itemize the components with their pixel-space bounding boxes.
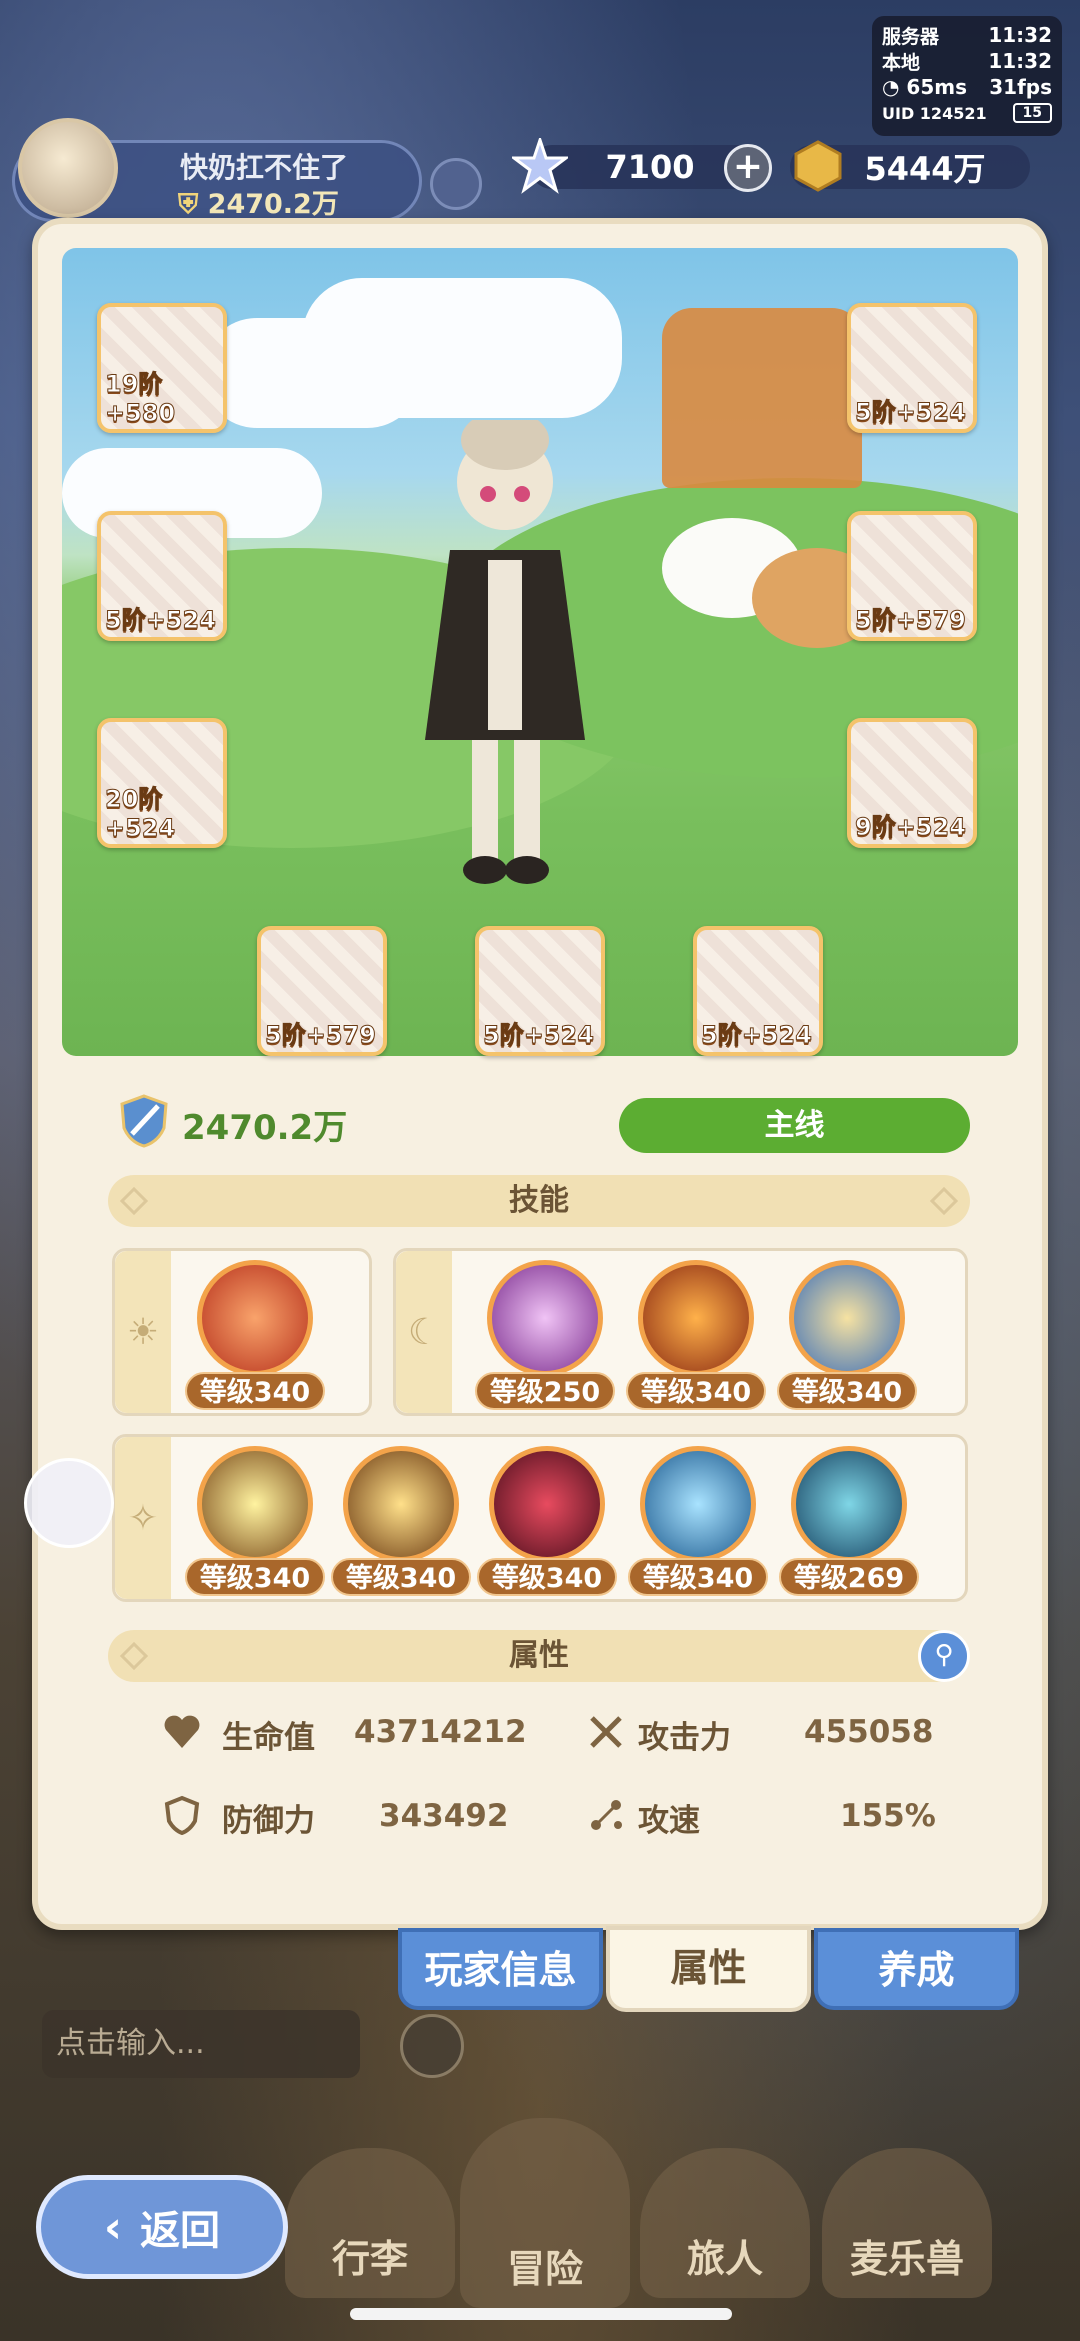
def-label: 防御力 bbox=[222, 1803, 315, 1839]
player-power: ⛨ 2470.2万 bbox=[178, 182, 339, 221]
skill-slot[interactable]: 等级340 bbox=[777, 1260, 917, 1410]
gear-level: 5阶+579 bbox=[265, 1021, 377, 1050]
skill-slot[interactable]: 等级250 bbox=[475, 1260, 615, 1410]
gear-slot-gloves[interactable]: 5阶+579 bbox=[847, 511, 977, 641]
player-character[interactable] bbox=[410, 420, 600, 900]
gear-level: 5阶+579 bbox=[855, 606, 967, 635]
sun-icon: ☀ bbox=[115, 1251, 171, 1413]
hp-value: 43714212 bbox=[354, 1714, 527, 1750]
skill-slot[interactable]: 等级269 bbox=[779, 1446, 919, 1596]
gear-level: 5阶+524 bbox=[701, 1021, 813, 1050]
crossed-swords-icon bbox=[590, 1716, 622, 1748]
wifi-ping: ◔ 65ms bbox=[882, 75, 967, 99]
attack-speed-icon bbox=[591, 1800, 622, 1830]
spd-value: 155% bbox=[840, 1798, 936, 1834]
combat-power: 2470.2万 bbox=[182, 1108, 348, 1148]
gear-slot-armor[interactable]: 5阶+524 bbox=[97, 511, 227, 641]
chat-bubble-icon[interactable] bbox=[24, 1458, 114, 1548]
moon-icon: ☾ bbox=[396, 1251, 452, 1413]
back-label: 返回 bbox=[140, 2208, 221, 2254]
gear-slot-helmet[interactable]: 5阶+524 bbox=[847, 303, 977, 433]
skill-slot[interactable]: 等级340 bbox=[185, 1260, 325, 1410]
skill-level: 等级340 bbox=[628, 1558, 768, 1596]
skill-slot[interactable]: 等级340 bbox=[185, 1446, 325, 1596]
skills-title: 技能 bbox=[509, 1183, 569, 1218]
skill-level: 等级340 bbox=[331, 1558, 471, 1596]
status-panel: 服务器 11:32 本地 11:32 ◔ 65ms 31fps UID 124521 1… bbox=[872, 16, 1062, 136]
search-icon[interactable]: ⚲ bbox=[918, 1630, 970, 1682]
back-arrow-icon: ‹ bbox=[103, 2201, 123, 2253]
skill-level: 等级269 bbox=[779, 1558, 919, 1596]
skill-level: 等级340 bbox=[185, 1372, 325, 1410]
spd-label: 攻速 bbox=[638, 1803, 700, 1839]
nav-adventure[interactable]: 冒险 bbox=[460, 2118, 630, 2308]
player-name: 快奶扛不住了 bbox=[180, 151, 349, 184]
tab-player-info[interactable]: 玩家信息 bbox=[398, 1928, 603, 2010]
chat-input[interactable]: 点击输入... bbox=[42, 2010, 360, 2078]
fps-value: 31fps bbox=[989, 75, 1052, 99]
player-avatar[interactable] bbox=[18, 118, 118, 218]
heart-icon bbox=[164, 1715, 200, 1748]
gear-slot-ring[interactable]: 5阶+579 bbox=[257, 926, 387, 1056]
add-gems-button[interactable]: + bbox=[724, 144, 772, 192]
gold-value: 5444万 bbox=[864, 150, 986, 188]
nav-traveler[interactable]: 旅人 bbox=[640, 2148, 810, 2298]
emoji-icon[interactable] bbox=[400, 2014, 464, 2078]
house-decoration bbox=[662, 308, 862, 488]
gear-level: 20阶+524 bbox=[105, 785, 176, 843]
nav-luggage[interactable]: 行李 bbox=[285, 2148, 455, 2298]
home-indicator[interactable] bbox=[350, 2308, 732, 2320]
attributes-header: 属性 bbox=[108, 1630, 970, 1682]
skill-level: 等级250 bbox=[475, 1372, 615, 1410]
nav-pet[interactable]: 麦乐兽 bbox=[822, 2148, 992, 2298]
sparkle-icon: ✧ bbox=[115, 1437, 171, 1599]
mainline-button[interactable]: 主线 bbox=[619, 1098, 970, 1153]
skill-slot[interactable]: 等级340 bbox=[477, 1446, 617, 1596]
skill-level: 等级340 bbox=[477, 1558, 617, 1596]
gear-level: 5阶+524 bbox=[105, 606, 217, 635]
gear-level: 9阶+524 bbox=[855, 813, 967, 842]
uid: UID 124521 bbox=[882, 103, 987, 123]
gear-level: 19阶+580 bbox=[105, 370, 176, 428]
server-time: 11:32 bbox=[988, 23, 1052, 47]
gear-slot-necklace[interactable]: 5阶+524 bbox=[475, 926, 605, 1056]
back-button[interactable]: ‹ 返回 bbox=[36, 2175, 288, 2279]
skill-slot[interactable]: 等级340 bbox=[626, 1260, 766, 1410]
skills-header: 技能 bbox=[108, 1175, 970, 1227]
skill-level: 等级340 bbox=[626, 1372, 766, 1410]
gem-value: 7100 bbox=[605, 148, 695, 186]
gear-slot-weapon[interactable]: 19阶+580 bbox=[97, 303, 227, 433]
attributes-title: 属性 bbox=[509, 1638, 569, 1673]
atk-label: 攻击力 bbox=[638, 1720, 731, 1756]
crown-icon[interactable] bbox=[430, 158, 482, 210]
skill-level: 等级340 bbox=[185, 1558, 325, 1596]
gold-coin-icon bbox=[794, 140, 842, 192]
gear-level: 5阶+524 bbox=[855, 398, 967, 427]
shield-sword-icon bbox=[120, 1094, 168, 1148]
tab-develop[interactable]: 养成 bbox=[814, 1928, 1019, 2010]
gear-slot-chest[interactable]: 20阶+524 bbox=[97, 718, 227, 848]
gear-slot-amulet[interactable]: 5阶+524 bbox=[693, 926, 823, 1056]
tab-attributes[interactable]: 属性 bbox=[606, 1926, 811, 2012]
hp-label: 生命值 bbox=[222, 1720, 315, 1756]
local-label: 本地 bbox=[882, 51, 921, 74]
gear-level: 5阶+524 bbox=[483, 1021, 595, 1050]
skill-slot[interactable]: 等级340 bbox=[331, 1446, 471, 1596]
server-label: 服务器 bbox=[882, 25, 940, 48]
def-value: 343492 bbox=[379, 1798, 509, 1834]
battery-icon: 15 bbox=[1012, 103, 1052, 123]
defense-shield-icon bbox=[164, 1795, 200, 1835]
player-power-value: 2470.2万 bbox=[207, 189, 339, 220]
skill-slot[interactable]: 等级340 bbox=[628, 1446, 768, 1596]
skill-level: 等级340 bbox=[777, 1372, 917, 1410]
gear-slot-boots[interactable]: 9阶+524 bbox=[847, 718, 977, 848]
atk-value: 455058 bbox=[804, 1714, 934, 1750]
shield-icon: ⛨ bbox=[178, 189, 199, 220]
ping-value: 65ms bbox=[906, 75, 967, 99]
star-gem-icon bbox=[512, 138, 568, 194]
local-time: 11:32 bbox=[988, 49, 1052, 73]
